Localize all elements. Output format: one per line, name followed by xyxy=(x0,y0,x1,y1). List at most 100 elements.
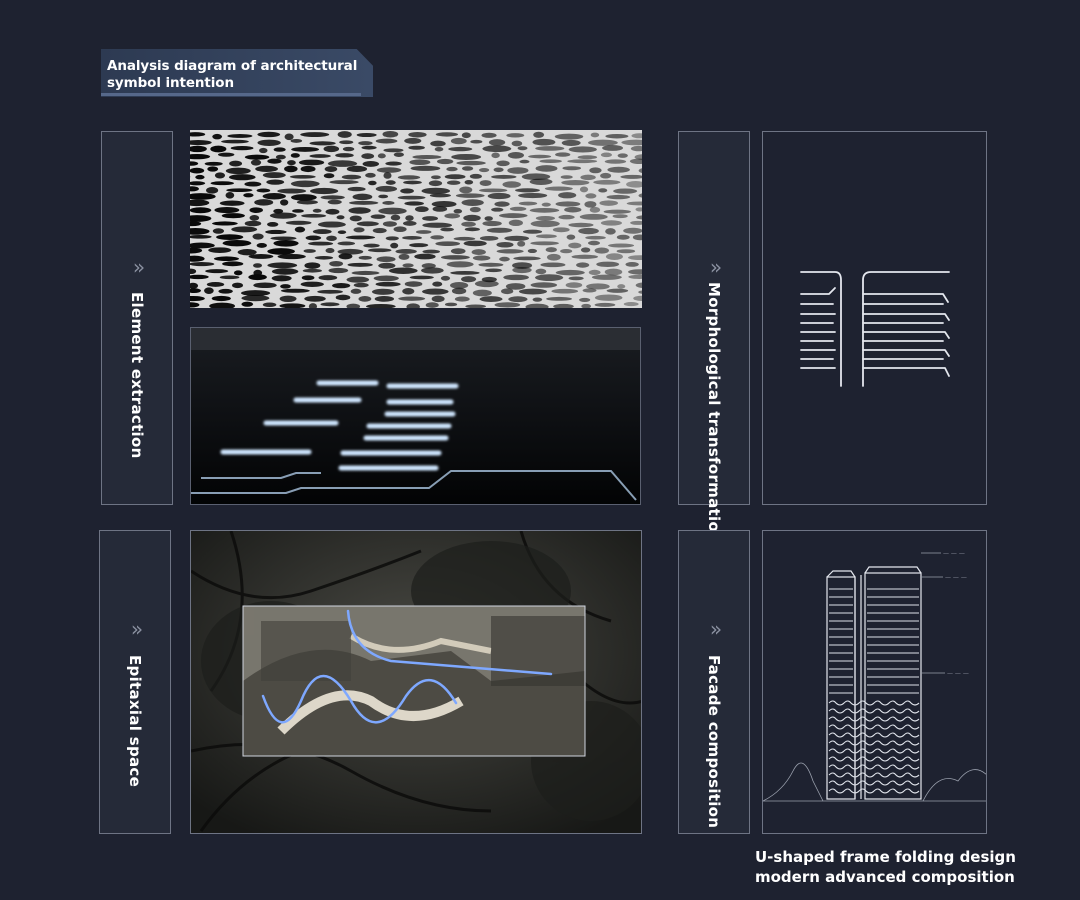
ripple-mark xyxy=(367,248,392,253)
ripple-mark xyxy=(291,146,320,152)
ripple-mark xyxy=(496,241,514,248)
ripple-mark xyxy=(395,249,417,254)
ripple-mark xyxy=(593,179,621,185)
panel-label: Element extraction xyxy=(128,292,146,459)
ripple-mark xyxy=(309,187,339,195)
ripple-mark xyxy=(323,145,340,153)
ripple-mark xyxy=(508,296,528,303)
ripple-mark xyxy=(335,153,354,158)
ripple-mark xyxy=(602,145,624,151)
ripple-mark xyxy=(257,131,281,138)
label-panel-element-extraction: » Element extraction xyxy=(101,131,173,505)
ripple-mark xyxy=(499,256,510,262)
ripple-mark xyxy=(435,132,459,137)
facade-wave-line xyxy=(828,772,920,778)
ripple-mark xyxy=(265,229,287,235)
ripple-mark xyxy=(515,188,540,193)
ripple-mark xyxy=(484,216,493,221)
ripple-mark xyxy=(555,152,571,157)
ripple-mark xyxy=(375,185,398,192)
ripple-mark xyxy=(346,276,370,283)
ripple-mark xyxy=(421,187,451,195)
ripple-mark xyxy=(210,145,227,153)
ripple-mark xyxy=(383,172,392,179)
ripple-mark xyxy=(493,167,504,173)
ripple-mark xyxy=(472,289,492,297)
ripple-mark xyxy=(506,133,525,138)
ripple-mark xyxy=(284,133,294,141)
ripple-mark xyxy=(471,249,486,255)
ripple-mark xyxy=(266,179,285,185)
ripple-mark xyxy=(436,158,454,165)
ripple-mark xyxy=(470,139,483,144)
ripple-mark xyxy=(404,137,422,144)
ripple-mark xyxy=(588,240,600,246)
ripple-mark xyxy=(214,172,226,179)
ripple-mark xyxy=(444,302,458,307)
ripple-mark xyxy=(463,214,481,222)
ripple-mark xyxy=(207,166,219,172)
ripple-mark xyxy=(558,192,577,199)
ripple-mark xyxy=(585,235,606,240)
ripple-mark xyxy=(325,208,340,215)
ripple-mark xyxy=(527,248,537,254)
ripple-mark xyxy=(217,152,235,157)
water-ripple-graphic xyxy=(190,130,642,308)
ripple-mark xyxy=(206,187,219,194)
ripple-mark xyxy=(205,269,229,274)
ripple-mark xyxy=(323,173,335,179)
ripple-mark xyxy=(518,192,548,199)
ripple-mark xyxy=(616,234,630,240)
ripple-mark xyxy=(290,153,300,158)
ripple-mark xyxy=(302,268,322,273)
ripple-mark xyxy=(528,154,552,159)
ripple-mark xyxy=(461,276,477,283)
ripple-mark xyxy=(565,282,583,288)
ripple-mark xyxy=(402,263,414,268)
ripple-mark xyxy=(494,302,521,308)
ripple-mark xyxy=(435,241,461,247)
ripple-mark xyxy=(588,269,601,276)
ripple-mark xyxy=(545,247,557,253)
ripple-mark xyxy=(512,266,532,274)
ripple-mark xyxy=(402,221,417,226)
ripple-mark xyxy=(241,295,270,302)
ripple-mark xyxy=(303,249,316,253)
ripple-mark xyxy=(376,256,396,263)
facade-wave-line xyxy=(828,780,920,786)
ripple-mark xyxy=(568,146,597,153)
fold-sketch-frame xyxy=(762,131,987,505)
ripple-mark xyxy=(408,145,425,150)
ripple-mark xyxy=(463,240,487,247)
ripple-mark xyxy=(324,166,338,172)
ripple-mark xyxy=(474,280,499,288)
ripple-mark xyxy=(388,267,418,274)
ripple-mark xyxy=(228,174,256,181)
chevron-right-icon: » xyxy=(709,255,722,279)
ripple-mark xyxy=(385,180,396,185)
ripple-mark xyxy=(382,221,397,227)
ripple-mark xyxy=(277,188,307,194)
ripple-mark xyxy=(385,236,399,241)
ripple-mark xyxy=(226,188,253,193)
pavilion-graphic xyxy=(191,531,641,833)
ripple-mark xyxy=(579,186,589,193)
ripple-mark xyxy=(244,220,262,227)
ripple-mark xyxy=(221,213,245,219)
ripple-mark xyxy=(567,159,598,164)
ripple-mark xyxy=(479,180,492,186)
facade-wave-line xyxy=(828,708,920,714)
ripple-mark xyxy=(481,132,497,138)
ripple-mark xyxy=(598,188,608,193)
ripple-mark xyxy=(605,228,616,235)
facade-wave-line xyxy=(828,724,920,730)
ripple-mark xyxy=(219,200,245,206)
ripple-mark xyxy=(280,284,291,289)
ripple-mark xyxy=(233,270,243,276)
ripple-mark xyxy=(594,294,623,301)
ripple-mark xyxy=(337,241,356,246)
ripple-mark xyxy=(600,172,612,179)
ripple-mark xyxy=(231,226,258,233)
ripple-mark xyxy=(596,261,620,267)
ripple-mark xyxy=(486,227,513,233)
